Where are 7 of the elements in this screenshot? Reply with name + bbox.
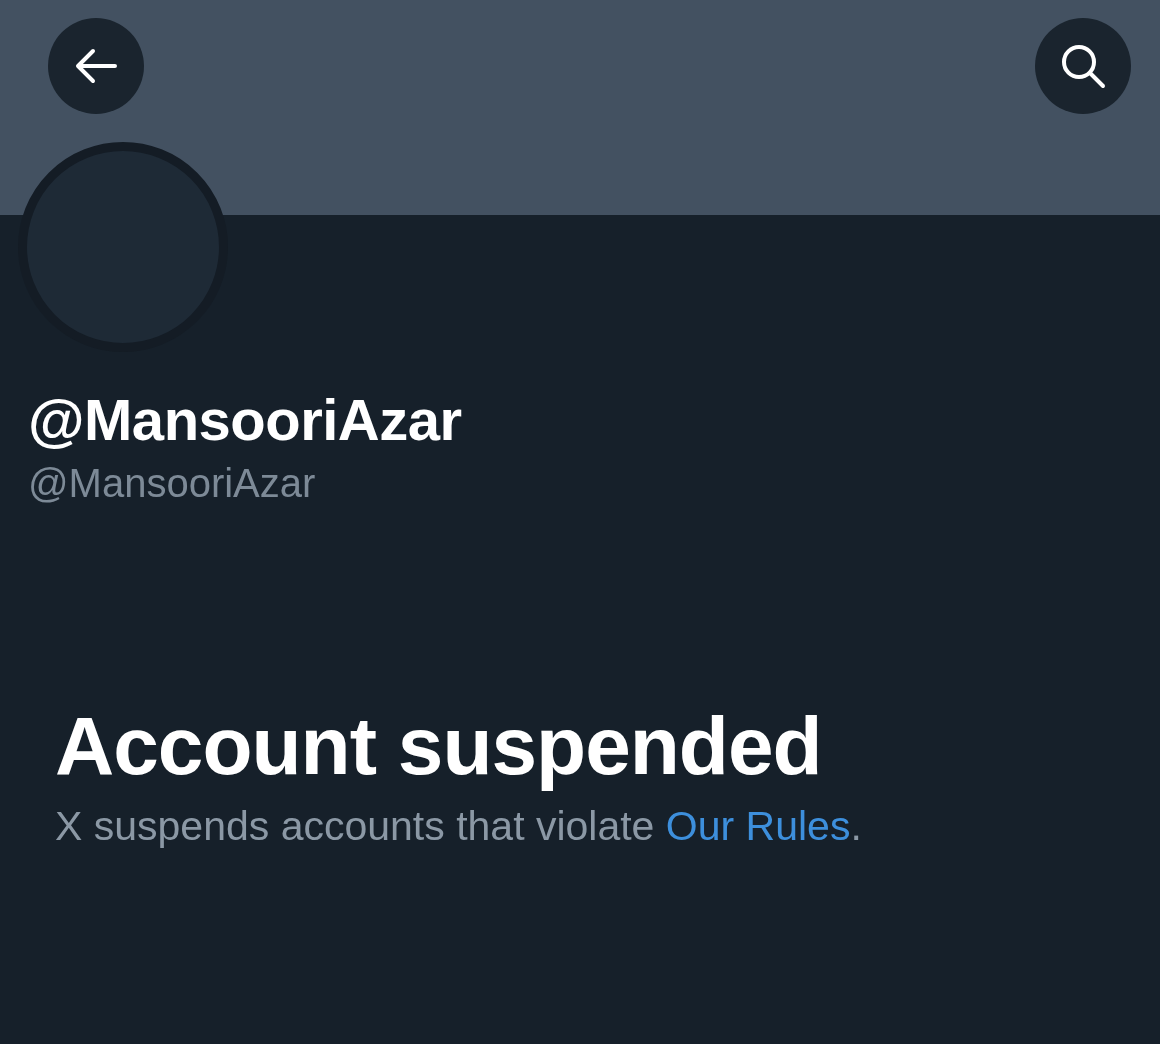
user-handle: @MansooriAzar <box>28 460 317 507</box>
suspension-message: X suspends accounts that violate Our Rules. <box>55 802 863 851</box>
rules-link[interactable]: Our Rules <box>665 803 851 849</box>
back-icon <box>75 48 117 84</box>
display-name: @MansooriAzar <box>28 386 463 454</box>
search-icon <box>1060 43 1106 89</box>
suspended-heading: Account suspended <box>55 699 823 793</box>
